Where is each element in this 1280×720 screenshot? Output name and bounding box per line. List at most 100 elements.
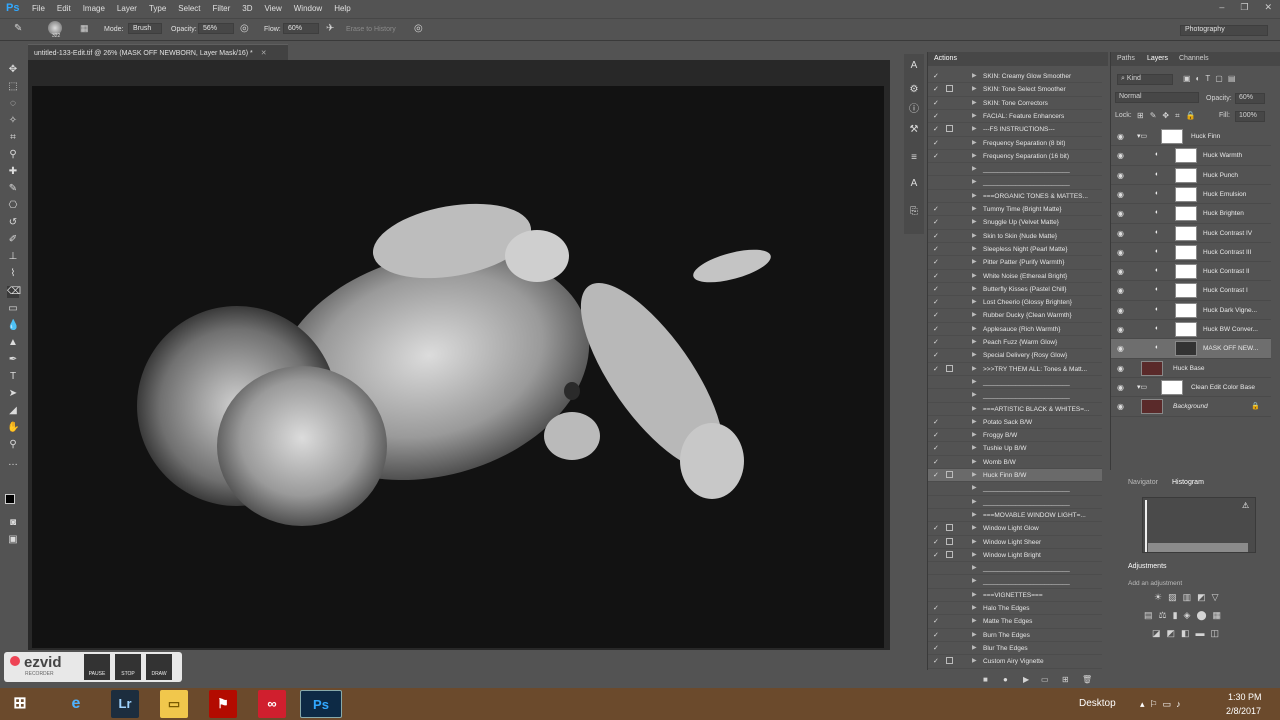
action-toggle-check-icon[interactable]: ✓ xyxy=(933,205,939,213)
action-dialog-toggle-icon[interactable] xyxy=(946,351,953,358)
pause-button[interactable]: PAUSE xyxy=(84,654,110,680)
action-expand-icon[interactable]: ▶ xyxy=(972,471,977,478)
newborn-photo[interactable] xyxy=(32,86,884,648)
pressure-opacity-icon[interactable]: ◎ xyxy=(240,23,249,34)
pressure-size-icon[interactable]: ◎ xyxy=(414,23,423,34)
visibility-eye-icon[interactable]: ◉ xyxy=(1117,209,1124,218)
visibility-eye-icon[interactable]: ◉ xyxy=(1117,248,1124,257)
adjustment-icons-row1[interactable]: ☀▨▥◩▽ xyxy=(1154,592,1225,603)
minimize-icon[interactable]: – xyxy=(1219,2,1224,13)
action-expand-icon[interactable]: ▶ xyxy=(972,85,977,92)
action-dialog-toggle-icon[interactable] xyxy=(946,524,953,532)
action-expand-icon[interactable]: ▶ xyxy=(972,431,977,438)
tray-icons[interactable]: ▴⚐▭♪ xyxy=(1140,699,1186,710)
action-dialog-toggle-icon[interactable] xyxy=(946,564,953,571)
action-expand-icon[interactable]: ▶ xyxy=(972,351,977,358)
action-row[interactable]: ✓ ▶ SKIN: Tone Select Smoother xyxy=(928,83,1102,97)
brush-alt-icon[interactable]: ✐ xyxy=(7,234,19,246)
action-toggle-check-icon[interactable]: ✓ xyxy=(933,471,939,479)
visibility-eye-icon[interactable]: ◉ xyxy=(1117,364,1124,373)
action-expand-icon[interactable]: ▶ xyxy=(972,99,977,106)
internet-explorer-icon[interactable]: e xyxy=(62,690,90,718)
quick-select-tool-icon[interactable]: ✧ xyxy=(7,115,19,127)
action-row[interactable]: ✓ ▶ Snuggle Up {Velvet Matte} xyxy=(928,216,1102,230)
action-row[interactable]: ✓ ▶ Special Delivery {Rosy Glow} xyxy=(928,349,1102,363)
close-tab-icon[interactable]: ✕ xyxy=(261,50,267,57)
action-toggle-check-icon[interactable]: ✓ xyxy=(933,245,939,253)
action-toggle-check-icon[interactable]: ✓ xyxy=(933,431,939,439)
action-dialog-toggle-icon[interactable] xyxy=(946,644,953,651)
dodge-tool-icon[interactable]: ▲ xyxy=(7,337,19,349)
action-dialog-toggle-icon[interactable] xyxy=(946,325,953,332)
layer-row[interactable]: ◉ MASK OFF NEW... ◐ xyxy=(1111,339,1271,359)
action-row[interactable]: ✓ ▶ White Noise {Ethereal Bright} xyxy=(928,270,1102,283)
action-dialog-toggle-icon[interactable] xyxy=(946,657,953,665)
info-panel-icon[interactable]: ⓘ xyxy=(908,104,920,116)
new-action-icon[interactable]: ⊞ xyxy=(1062,675,1069,684)
action-toggle-check-icon[interactable]: ✓ xyxy=(933,644,939,652)
action-row[interactable]: ▶ ===VIGNETTES=== xyxy=(928,589,1102,603)
action-row[interactable]: ✓ ▶ Womb B/W xyxy=(928,456,1102,470)
layer-row[interactable]: ◉ Huck Contrast II ◐ xyxy=(1111,262,1271,282)
action-toggle-check-icon[interactable]: ✓ xyxy=(933,631,939,639)
action-toggle-check-icon[interactable]: ✓ xyxy=(933,538,939,546)
creative-cloud-icon[interactable]: ∞ xyxy=(258,690,286,718)
more-tools-icon[interactable]: … xyxy=(7,457,19,469)
stamp-icon[interactable]: ⊥ xyxy=(7,251,19,263)
zoom-tool-icon[interactable]: ⚲ xyxy=(7,439,19,451)
adjustment-icons-row3[interactable]: ◪◩◧▬◫ xyxy=(1152,628,1225,639)
action-expand-icon[interactable]: ▶ xyxy=(972,577,977,584)
action-expand-icon[interactable]: ▶ xyxy=(972,205,977,212)
stop-button[interactable]: STOP xyxy=(115,654,141,680)
menu-view[interactable]: View xyxy=(265,4,282,13)
menu-help[interactable]: Help xyxy=(334,4,350,13)
action-expand-icon[interactable]: ▶ xyxy=(972,524,977,531)
clone-stamp-tool-icon[interactable]: ⎔ xyxy=(7,200,19,212)
action-expand-icon[interactable]: ▶ xyxy=(972,365,977,372)
lock-icons[interactable]: ⊞✎✥⌗🔒 xyxy=(1137,111,1202,121)
blend-mode-select[interactable]: Normal xyxy=(1115,92,1199,103)
action-dialog-toggle-icon[interactable] xyxy=(946,311,953,318)
action-dialog-toggle-icon[interactable] xyxy=(946,378,953,385)
visibility-eye-icon[interactable]: ◉ xyxy=(1117,267,1124,276)
layer-thumbnail[interactable] xyxy=(1175,283,1197,299)
action-dialog-toggle-icon[interactable] xyxy=(946,418,953,425)
marquee-tool-icon[interactable]: ⬚ xyxy=(7,81,19,93)
action-row[interactable]: ✓ ▶ Peach Fuzz {Warm Glow} xyxy=(928,336,1102,350)
shape-tool-icon[interactable]: ◢ xyxy=(7,405,19,417)
action-row[interactable]: ✓ ▶ Tummy Time {Bright Matte} xyxy=(928,203,1102,217)
visibility-eye-icon[interactable]: ◉ xyxy=(1117,383,1124,392)
action-row[interactable]: ▶ ===ORGANIC TONES & MATTES... xyxy=(928,190,1102,204)
layer-thumbnail[interactable] xyxy=(1175,244,1197,260)
action-toggle-check-icon[interactable]: ✓ xyxy=(933,311,939,319)
layer-row[interactable]: ◉ Huck Finn ▾▭ xyxy=(1111,127,1271,147)
photoshop-taskbar-icon[interactable]: Ps xyxy=(300,690,342,718)
menu-layer[interactable]: Layer xyxy=(117,4,137,13)
action-expand-icon[interactable]: ▶ xyxy=(972,631,977,638)
action-dialog-toggle-icon[interactable] xyxy=(946,431,953,438)
action-row[interactable]: ✓ ▶ FACIAL: Feature Enhancers xyxy=(928,110,1102,124)
visibility-eye-icon[interactable]: ◉ xyxy=(1117,171,1124,180)
action-row[interactable]: ▶ ________________________ xyxy=(928,575,1102,589)
action-expand-icon[interactable]: ▶ xyxy=(972,617,977,624)
visibility-eye-icon[interactable]: ◉ xyxy=(1117,325,1124,334)
layer-comps-icon[interactable]: ⚙ xyxy=(908,84,920,96)
action-expand-icon[interactable]: ▶ xyxy=(972,458,977,465)
action-toggle-check-icon[interactable]: ✓ xyxy=(933,617,939,625)
clock-date[interactable]: 2/8/2017 xyxy=(1226,706,1261,716)
action-dialog-toggle-icon[interactable] xyxy=(946,511,953,518)
layer-row[interactable]: ◉ Background 🔒 xyxy=(1111,397,1271,417)
tab-actions[interactable]: Actions xyxy=(934,55,957,62)
action-row[interactable]: ✓ ▶ Froggy B/W xyxy=(928,429,1102,443)
action-toggle-check-icon[interactable]: ✓ xyxy=(933,551,939,559)
layer-thumbnail[interactable] xyxy=(1175,206,1197,222)
history-brush-tool-icon[interactable]: ↺ xyxy=(7,217,19,229)
action-toggle-check-icon[interactable]: ✓ xyxy=(933,285,939,293)
visibility-eye-icon[interactable]: ◉ xyxy=(1117,306,1124,315)
layer-row[interactable]: ◉ Huck Warmth ◐ xyxy=(1111,146,1271,166)
layer-row[interactable]: ◉ Huck Emulsion ◐ xyxy=(1111,185,1271,205)
action-expand-icon[interactable]: ▶ xyxy=(972,258,977,265)
action-row[interactable]: ▶ ________________________ xyxy=(928,163,1102,177)
action-toggle-check-icon[interactable]: ✓ xyxy=(933,657,939,665)
action-expand-icon[interactable]: ▶ xyxy=(972,338,977,345)
